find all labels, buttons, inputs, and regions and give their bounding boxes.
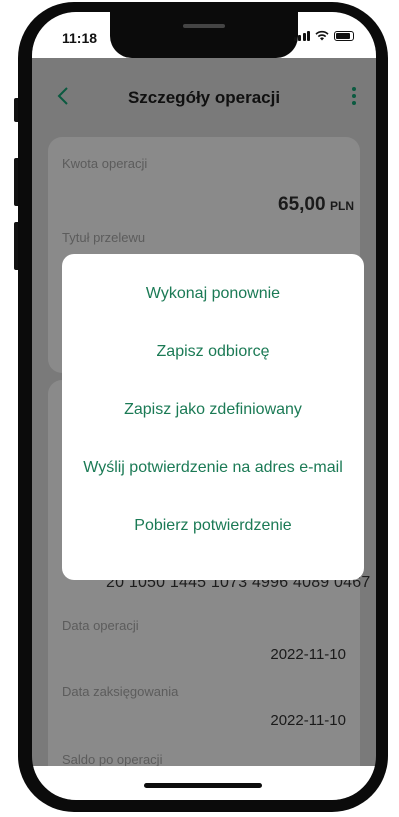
actions-popup: Wykonaj ponownie Zapisz odbiorcę Zapisz … bbox=[62, 254, 364, 580]
save-as-defined-button[interactable]: Zapisz jako zdefiniowany bbox=[62, 381, 364, 439]
page-title: Szczegóły operacji bbox=[127, 88, 281, 107]
operation-date-value: 2022-11-10 bbox=[270, 646, 346, 663]
more-vertical-icon[interactable] bbox=[346, 84, 362, 108]
posting-date-label: Data zaksięgowania bbox=[62, 684, 179, 699]
download-confirmation-button[interactable]: Pobierz potwierdzenie bbox=[62, 497, 364, 555]
phone-screen: 11:18 Szczegóły operacji Kwota operacji … bbox=[32, 12, 376, 800]
posting-date-value: 2022-11-10 bbox=[270, 712, 346, 729]
notch bbox=[110, 12, 298, 58]
speaker bbox=[183, 24, 225, 28]
battery-icon bbox=[334, 31, 354, 41]
balance-label: Saldo po operacji bbox=[62, 752, 163, 767]
send-confirmation-email-button[interactable]: Wyślij potwierdzenie na adres e-mail bbox=[62, 439, 364, 497]
save-recipient-button[interactable]: Zapisz odbiorcę bbox=[62, 323, 364, 381]
status-time: 11:18 bbox=[62, 30, 98, 46]
operation-date-label: Data operacji bbox=[62, 618, 139, 633]
home-indicator[interactable] bbox=[144, 783, 262, 788]
signal-icon bbox=[293, 31, 310, 41]
status-bar: 11:18 bbox=[32, 12, 376, 58]
transfer-title-label: Tytuł przelewu bbox=[62, 230, 146, 245]
repeat-operation-button[interactable]: Wykonaj ponownie bbox=[62, 265, 364, 323]
amount-number: 65,00 bbox=[278, 194, 326, 215]
amount-currency: PLN bbox=[330, 199, 354, 213]
amount-value: 65,00 PLN bbox=[278, 194, 354, 216]
wifi-icon bbox=[315, 30, 329, 41]
amount-label: Kwota operacji bbox=[62, 156, 148, 171]
status-icons bbox=[293, 30, 354, 41]
header: Szczegóły operacji bbox=[32, 58, 376, 130]
